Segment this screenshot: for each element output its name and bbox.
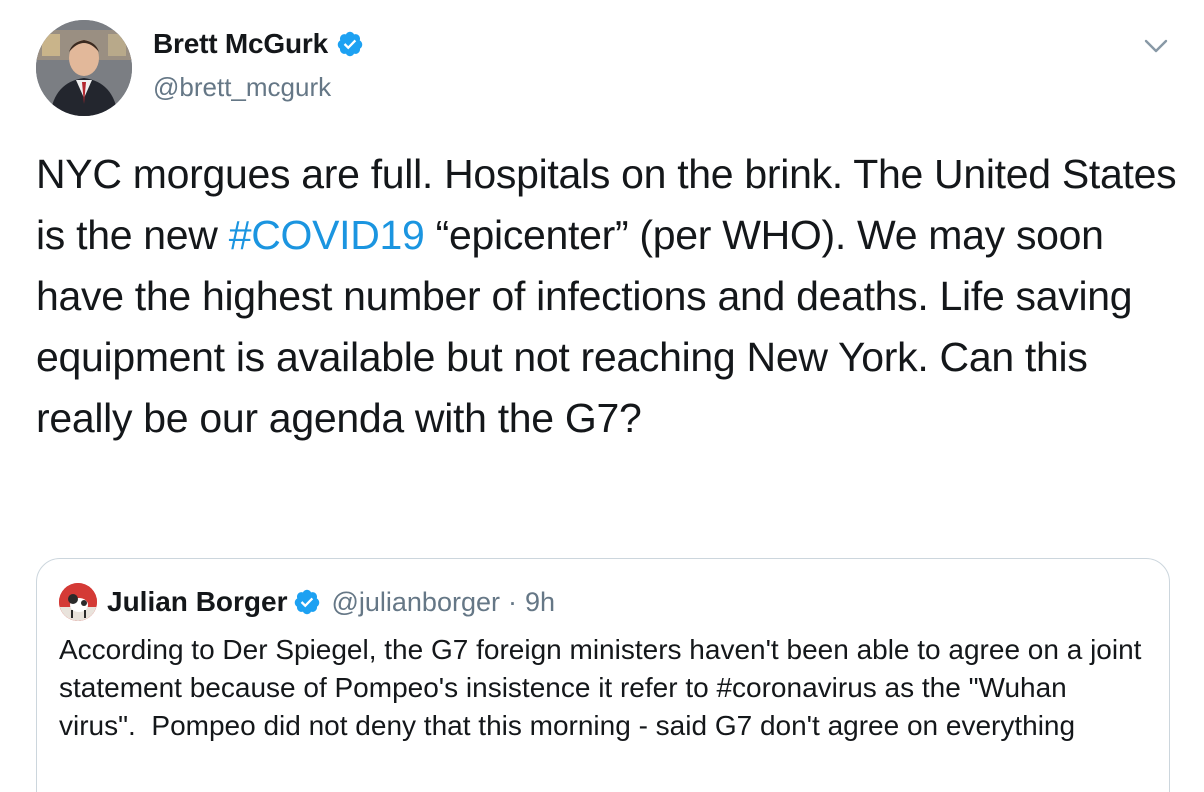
verified-badge-icon <box>336 30 364 58</box>
author-handle[interactable]: @brett_mcgurk <box>153 72 331 103</box>
quoted-author-name[interactable]: Julian Borger <box>107 586 287 618</box>
quoted-author-avatar[interactable] <box>59 583 97 621</box>
quoted-author-handle[interactable]: @julianborger <box>331 587 500 618</box>
author-name-row: Brett McGurk <box>153 28 364 60</box>
tweet-card: Brett McGurk @brett_mcgurk NYC morgues a… <box>0 0 1204 792</box>
quoted-tweet-text: According to Der Spiegel, the G7 foreign… <box>59 634 1150 741</box>
verified-badge-icon <box>293 588 321 616</box>
quoted-tweet-card[interactable]: Julian Borger @julianborger · 9h Accordi… <box>36 558 1170 792</box>
hashtag-link[interactable]: #COVID19 <box>229 212 425 258</box>
chevron-down-icon[interactable] <box>1140 32 1172 60</box>
author-avatar[interactable] <box>36 20 132 116</box>
tweet-text: NYC morgues are full. Hospitals on the b… <box>36 144 1186 449</box>
author-display-name[interactable]: Brett McGurk <box>153 28 328 60</box>
quoted-tweet-time[interactable]: 9h <box>525 587 555 618</box>
quoted-tweet-header: Julian Borger @julianborger · 9h <box>107 583 555 621</box>
dot-separator: · <box>507 586 517 617</box>
